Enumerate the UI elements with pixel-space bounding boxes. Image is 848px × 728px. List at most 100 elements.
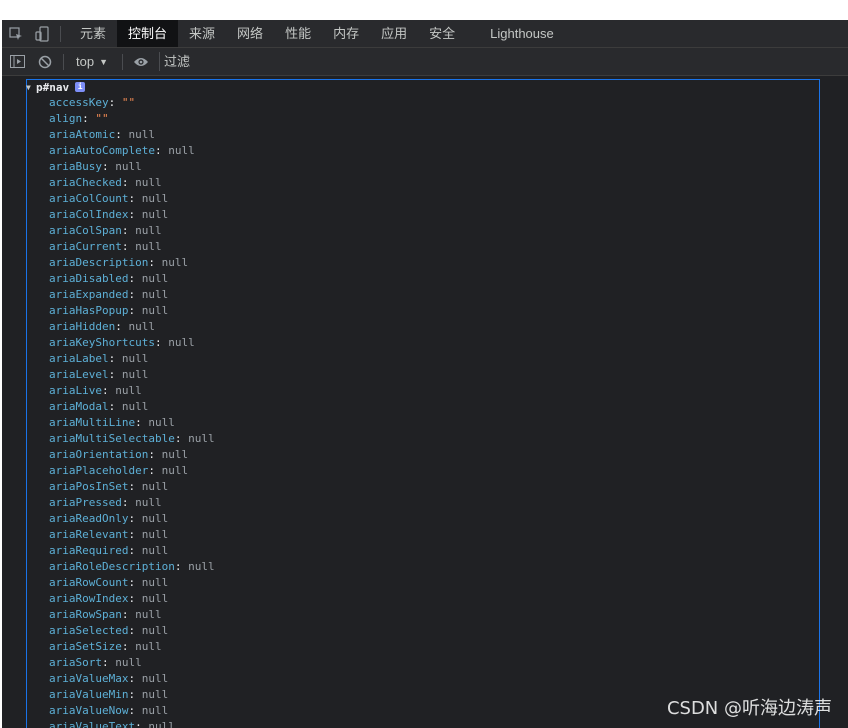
property-key: ariaKeyShortcuts [49,336,155,349]
property-row[interactable]: ariaLive: null [49,383,215,399]
property-key: ariaSelected [49,624,129,637]
property-list: accessKey: "" align: "" ariaAtomic: null ar… [49,95,215,728]
live-expression-eye-icon[interactable] [131,48,151,75]
property-colon: : [128,688,142,701]
property-row[interactable]: ariaSetSize: null [49,639,215,655]
toolbar-separator [122,53,123,70]
property-value: null [161,256,189,269]
property-row[interactable]: ariaSelected: null [49,623,215,639]
object-header[interactable]: ▼ p#nav i [26,79,86,95]
property-row[interactable]: ariaRequired: null [49,543,215,559]
property-row[interactable]: ariaModal: null [49,399,215,415]
property-row[interactable]: ariaHidden: null [49,319,215,335]
property-key: ariaLabel [49,352,109,365]
context-selector[interactable]: top ▼ [72,54,114,69]
property-row[interactable]: ariaLevel: null [49,367,215,383]
property-key: ariaRoleDescription [49,560,175,573]
property-row[interactable]: ariaRowIndex: null [49,591,215,607]
tab-security[interactable]: 安全 [418,20,466,47]
tab-elements[interactable]: 元素 [69,20,117,47]
property-colon: : [121,640,136,653]
property-row[interactable]: ariaRowSpan: null [49,607,215,623]
property-row[interactable]: ariaKeyShortcuts: null [49,335,215,351]
property-row[interactable]: ariaPosInSet: null [49,479,215,495]
property-row[interactable]: ariaBusy: null [49,159,215,175]
property-value: null [135,176,162,189]
property-colon: : [101,656,116,669]
tab-list: 元素 控制台 来源 网络 性能 内存 应用 安全 Lighthouse [69,20,554,47]
sidebar-toggle-icon[interactable] [7,48,27,75]
property-value: null [161,448,189,461]
property-key: ariaColSpan [49,224,122,237]
property-row[interactable]: ariaSort: null [49,655,215,671]
property-key: ariaMultiSelectable [49,432,175,445]
property-colon: : [148,448,162,461]
property-row[interactable]: ariaValueMax: null [49,671,215,687]
property-value: null [141,288,169,301]
tab-memory[interactable]: 内存 [322,20,370,47]
property-value: null [141,528,169,541]
property-row[interactable]: ariaOrientation: null [49,447,215,463]
property-colon: : [115,128,129,141]
tab-console[interactable]: 控制台 [117,20,179,47]
property-colon: : [108,96,122,109]
property-value: null [115,656,142,669]
property-row[interactable]: ariaDisabled: null [49,271,215,287]
tab-sources[interactable]: 来源 [178,20,226,47]
expand-triangle-icon[interactable]: ▼ [26,83,36,92]
property-row[interactable]: ariaAtomic: null [49,127,215,143]
property-value: null [135,640,162,653]
property-value: null [141,272,169,285]
property-colon: : [128,288,142,301]
tab-network[interactable]: 网络 [226,20,274,47]
property-key: ariaCurrent [49,240,122,253]
property-row[interactable]: ariaValueNow: null [49,703,215,719]
property-colon: : [128,528,142,541]
property-row[interactable]: ariaColSpan: null [49,223,215,239]
property-colon: : [128,704,142,717]
property-row[interactable]: ariaValueMin: null [49,687,215,703]
tab-performance[interactable]: 性能 [274,20,322,47]
property-row[interactable]: ariaHasPopup: null [49,303,215,319]
property-row[interactable]: ariaReadOnly: null [49,511,215,527]
property-row[interactable]: ariaColIndex: null [49,207,215,223]
property-row[interactable]: accessKey: "" [49,95,215,111]
property-row[interactable]: ariaChecked: null [49,175,215,191]
property-key: ariaLive [49,384,102,397]
property-value: null [141,192,169,205]
property-value: null [141,576,169,589]
property-row[interactable]: ariaPlaceholder: null [49,463,215,479]
property-row[interactable]: align: "" [49,111,215,127]
filter-input[interactable] [164,54,464,69]
property-row[interactable]: ariaAutoComplete: null [49,143,215,159]
property-row[interactable]: ariaDescription: null [49,255,215,271]
property-row[interactable]: ariaRelevant: null [49,527,215,543]
property-row[interactable]: ariaRoleDescription: null [49,559,215,575]
devtools-tab-bar: 元素 控制台 来源 网络 性能 内存 应用 安全 Lighthouse [2,20,848,48]
tab-lighthouse[interactable]: Lighthouse [466,20,554,47]
property-row[interactable]: ariaMultiSelectable: null [49,431,215,447]
tab-application[interactable]: 应用 [370,20,418,47]
property-row[interactable]: ariaValueText: null [49,719,215,728]
device-toolbar-icon[interactable] [32,20,52,47]
property-value: null [141,304,169,317]
property-key: ariaOrientation [49,448,149,461]
clear-console-icon[interactable] [35,48,55,75]
property-colon: : [128,272,142,285]
property-row[interactable]: ariaColCount: null [49,191,215,207]
property-row[interactable]: ariaMultiLine: null [49,415,215,431]
property-value: null [128,320,155,333]
property-row[interactable]: ariaCurrent: null [49,239,215,255]
property-value: null [115,160,142,173]
property-key: ariaPressed [49,496,122,509]
property-row[interactable]: ariaExpanded: null [49,287,215,303]
property-key: ariaSetSize [49,640,122,653]
property-row[interactable]: ariaPressed: null [49,495,215,511]
property-value: "" [121,96,136,109]
property-row[interactable]: ariaLabel: null [49,351,215,367]
inspect-element-icon[interactable] [6,20,26,47]
property-colon: : [108,352,122,365]
property-key: ariaRowIndex [49,592,129,605]
property-value: null [141,512,169,525]
property-row[interactable]: ariaRowCount: null [49,575,215,591]
